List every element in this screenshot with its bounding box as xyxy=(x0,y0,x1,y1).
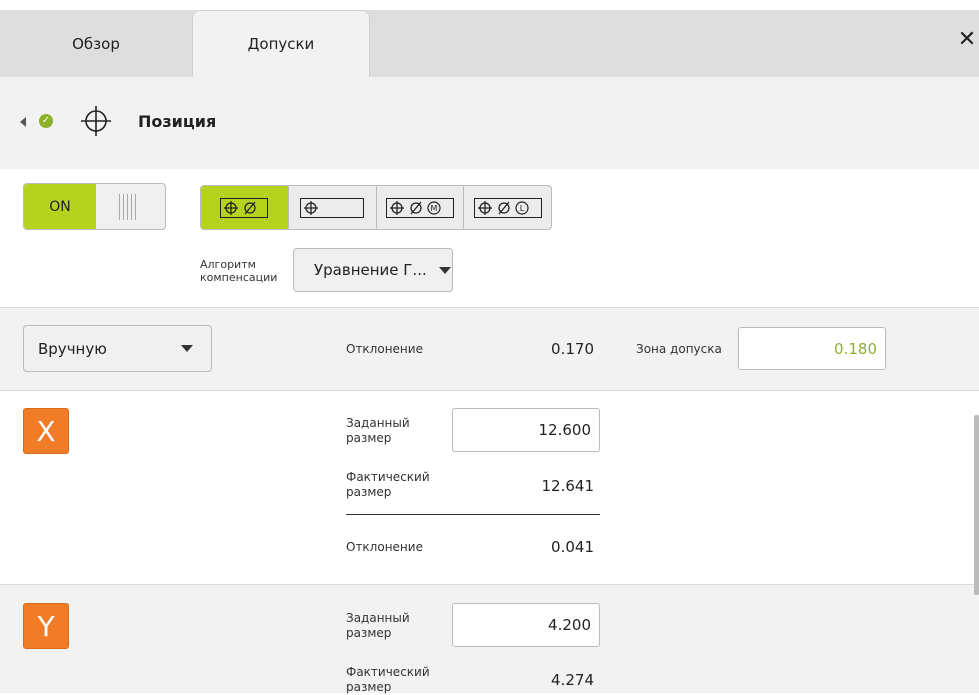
mode-value: Вручную xyxy=(38,339,107,358)
tolerance-mode-group: M L xyxy=(200,185,552,230)
tolerance-zone-input[interactable]: 0.180 xyxy=(738,327,886,370)
toggle-grip-icon xyxy=(119,194,139,220)
y-nominal-label-line1: Заданный xyxy=(346,611,410,625)
y-actual-label: Фактический размер xyxy=(346,665,430,695)
position-diameter-mmc-icon: M xyxy=(385,197,454,218)
back-arrow-icon[interactable] xyxy=(20,117,26,127)
on-off-toggle[interactable]: ON xyxy=(23,183,166,230)
position-diameter-icon xyxy=(220,197,269,218)
x-nominal-label-line2: размер xyxy=(346,431,392,445)
y-nominal-label: Заданный размер xyxy=(346,611,410,641)
tab-overview-label: Обзор xyxy=(72,34,120,53)
y-nominal-input[interactable]: 4.200 xyxy=(452,603,600,647)
x-nominal-label: Заданный размер xyxy=(346,416,410,446)
window-top-strip xyxy=(0,0,979,10)
svg-text:L: L xyxy=(519,204,524,213)
y-actual-value: 4.274 xyxy=(551,671,594,689)
mode-position-mmc-button[interactable]: M xyxy=(377,186,465,229)
tolerance-zone-label: Зона допуска xyxy=(636,342,722,356)
x-deviation-label: Отклонение xyxy=(346,540,423,554)
mode-position-button[interactable] xyxy=(289,186,377,229)
checkmark-icon: ✓ xyxy=(39,114,53,128)
tab-tolerances[interactable]: Допуски xyxy=(192,10,370,77)
deviation-value: 0.170 xyxy=(551,340,594,358)
position-symbol-icon xyxy=(81,106,111,136)
tab-tolerances-label: Допуски xyxy=(247,35,315,53)
svg-text:M: M xyxy=(430,204,437,213)
toggle-on-label: ON xyxy=(24,184,96,229)
x-deviation-value: 0.041 xyxy=(551,538,594,556)
deviation-label: Отклонение xyxy=(346,342,423,356)
chevron-down-icon xyxy=(438,266,451,274)
position-diameter-lmc-icon: L xyxy=(473,197,542,218)
mode-position-lmc-button[interactable]: L xyxy=(464,186,551,229)
mode-dropdown[interactable]: Вручную xyxy=(23,325,212,372)
position-plain-icon xyxy=(300,197,365,218)
x-sum-line xyxy=(346,514,600,515)
x-actual-label: Фактический размер xyxy=(346,470,430,500)
algorithm-label: Алгоритм компенсации xyxy=(200,258,277,284)
algorithm-value: Уравнение Г... xyxy=(314,261,427,279)
close-icon[interactable]: ✕ xyxy=(955,28,979,52)
page-title: Позиция xyxy=(138,112,217,131)
x-actual-label-line1: Фактический xyxy=(346,470,430,484)
chevron-down-icon xyxy=(181,345,193,352)
y-nominal-label-line2: размер xyxy=(346,626,392,640)
x-nominal-input[interactable]: 12.600 xyxy=(452,408,600,452)
x-nominal-label-line1: Заданный xyxy=(346,416,410,430)
divider xyxy=(0,390,979,391)
mode-position-diameter-button[interactable] xyxy=(201,186,289,229)
algorithm-label-line2: компенсации xyxy=(200,271,278,284)
tab-overview[interactable]: Обзор xyxy=(0,10,192,77)
axis-x-badge: X xyxy=(23,408,69,454)
algorithm-dropdown[interactable]: Уравнение Г... xyxy=(293,248,453,292)
axis-y-badge: Y xyxy=(23,603,69,649)
vertical-scrollbar[interactable] xyxy=(974,415,979,595)
y-actual-label-line1: Фактический xyxy=(346,665,430,679)
x-actual-value: 12.641 xyxy=(541,477,595,495)
algorithm-label-line1: Алгоритм xyxy=(200,258,256,271)
x-actual-label-line2: размер xyxy=(346,485,392,499)
